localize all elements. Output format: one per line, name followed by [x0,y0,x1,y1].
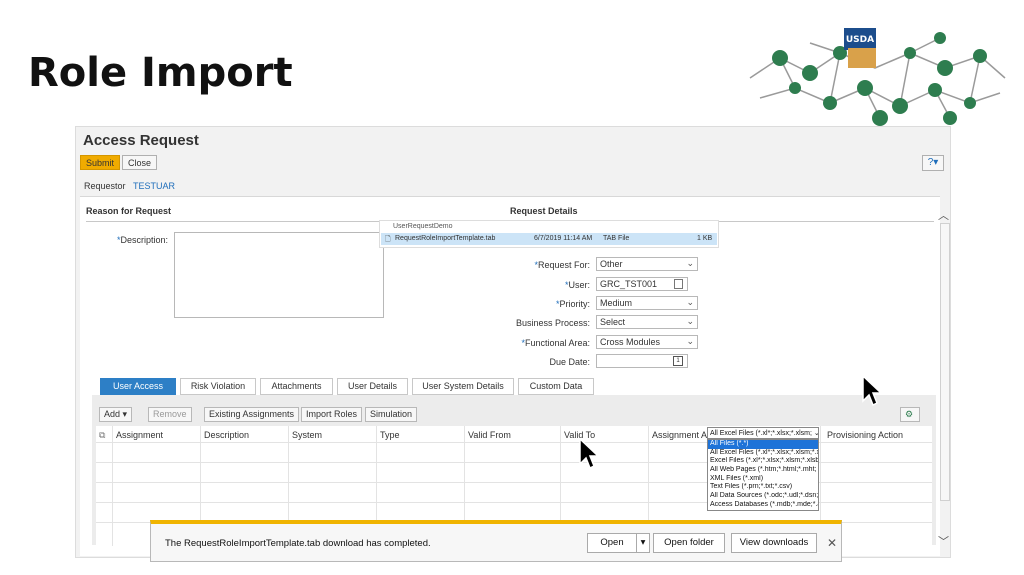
file-type-option[interactable]: Text Files (*.prn;*.txt;*.csv) [708,483,818,492]
calendar-icon[interactable]: 1 [673,356,683,366]
scroll-down-icon[interactable]: ﹀ [938,533,949,549]
file-type-option[interactable]: All Web Pages (*.htm;*.html;*.mht; [708,466,818,475]
details-section-title: Request Details [510,206,578,216]
file-date: 6/7/2019 11:14 AM [534,235,593,242]
tab-user-system-details[interactable]: User System Details [412,378,514,395]
open-button[interactable]: Open [587,533,637,553]
download-notification-bar: The RequestRoleImportTemplate.tab downlo… [150,520,842,562]
value-help-icon[interactable] [674,279,683,289]
view-downloads-button[interactable]: View downloads [731,533,817,553]
file-type-option[interactable]: All Excel Files (*.xl*;*.xlsx;*.xlsm;*.x… [708,449,818,458]
close-button[interactable]: Close [122,155,158,170]
requestor-value[interactable]: TESTUAR [133,181,175,191]
reason-section-title: Reason for Request [86,206,172,216]
column-system[interactable]: System [292,430,322,440]
column-assignment[interactable]: Assignment [116,430,163,440]
file-type-options: All Files (*.*) All Excel Files (*.xl*;*… [707,439,819,511]
due-date-field[interactable]: 1 [596,354,688,368]
file-type-option[interactable]: All Files (*.*) [708,440,818,449]
column-valid-from[interactable]: Valid From [468,430,511,440]
submit-button[interactable]: Submit [80,155,121,170]
import-roles-button[interactable]: Import Roles [301,407,363,422]
help-icon[interactable]: ?▾ [922,155,944,171]
due-date-label: Due Date: [549,357,590,367]
file-type-option[interactable]: Access Databases (*.mdb;*.mde;*.a [708,501,818,510]
vertical-scrollbar[interactable] [940,223,950,501]
file-type-option[interactable]: Excel Files (*.xl*;*.xlsx;*.xlsm;*.xlsb; [708,457,818,466]
file-browser-popup: UserRequestDemo 🗋 RequestRoleImportTempl… [379,220,719,248]
person-settings-icon[interactable]: ⚙ [900,407,920,422]
file-icon: 🗋 [385,236,391,243]
priority-label: *Priority: [555,299,590,309]
requestor-label: Requestor [84,181,126,191]
file-type-option[interactable]: XML Files (*.xml) [708,475,818,484]
column-provisioning-action[interactable]: Provisioning Action [827,430,903,440]
open-folder-button[interactable]: Open folder [653,533,725,553]
functional-area-label: *Functional Area: [521,338,590,348]
scroll-up-icon[interactable]: ︿ [938,207,949,223]
svg-text:USDA: USDA [846,35,874,45]
file-type-option[interactable]: All Data Sources (*.odc;*.udl;*.dsn; [708,492,818,501]
business-process-label: Business Process: [515,318,590,328]
file-type-select[interactable]: All Excel Files (*.xl*;*.xlsx;*.xlsm; ⌄ [707,427,819,439]
tab-attachments[interactable]: Attachments [260,378,333,395]
user-label: *User: [564,280,590,290]
tab-user-details[interactable]: User Details [337,378,408,395]
file-size: 1 KB [697,235,713,242]
select-all-icon[interactable]: ⧉ [99,430,105,441]
user-field[interactable]: GRC_TST001 [596,277,688,291]
column-description[interactable]: Description [204,430,249,440]
file-name: RequestRoleImportTemplate.tab [395,235,496,242]
existing-assignments-button[interactable]: Existing Assignments [204,407,300,422]
usda-logo: USDA [749,28,1006,126]
slide-title: Role Import [28,50,293,96]
open-dropdown-icon[interactable]: ▾ [636,533,650,553]
add-button[interactable]: Add ▾ [99,407,133,422]
business-process-select[interactable]: Select ⌄ [596,315,698,329]
access-request-window: Access Request Submit Close ?▾ Requestor… [75,126,951,558]
remove-button[interactable]: Remove [148,407,192,422]
request-for-label: *Request For: [534,260,590,270]
mouse-cursor-icon [579,438,600,470]
tab-user-access[interactable]: User Access [100,378,176,395]
description-field[interactable] [174,232,384,318]
mouse-cursor-icon [862,375,883,407]
description-label: *Description: [116,235,168,245]
close-icon[interactable]: ✕ [827,536,837,550]
request-for-select[interactable]: Other ⌄ [596,257,698,271]
simulation-button[interactable]: Simulation [365,407,418,422]
tab-risk-violation[interactable]: Risk Violation [180,378,256,395]
functional-area-select[interactable]: Cross Modules ⌄ [596,335,698,349]
download-message: The RequestRoleImportTemplate.tab downlo… [165,538,431,549]
tab-custom-data[interactable]: Custom Data [518,378,594,395]
app-title: Access Request [83,132,199,149]
column-type[interactable]: Type [380,430,400,440]
column-assignment-action[interactable]: Assignment A [652,430,707,440]
file-row[interactable]: 🗋 RequestRoleImportTemplate.tab 6/7/2019… [381,233,717,245]
file-type: TAB File [603,235,630,242]
folder-name: UserRequestDemo [393,223,453,230]
priority-select[interactable]: Medium ⌄ [596,296,698,310]
